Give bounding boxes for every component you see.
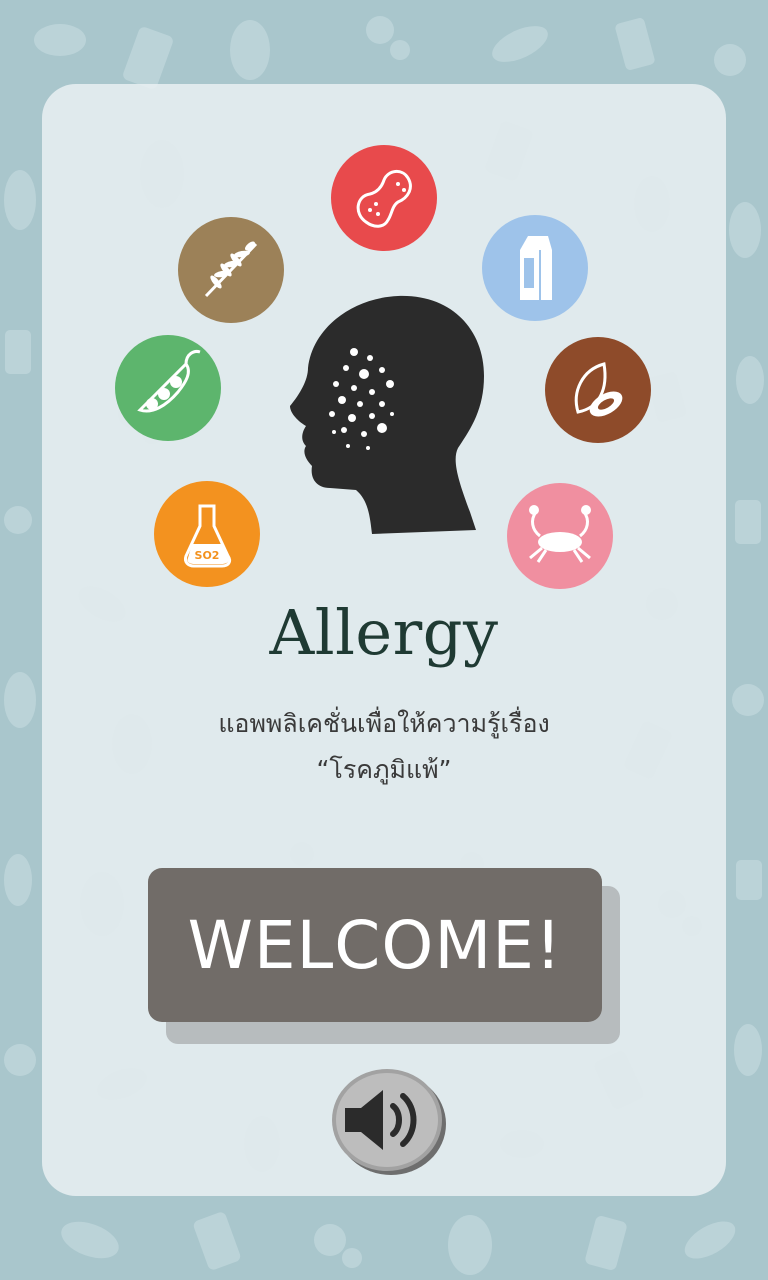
welcome-button[interactable]: WELCOME! <box>148 868 602 1022</box>
head-icon <box>290 295 484 534</box>
subtitle-line-1: แอพพลิเคชั่นเพื่อให้ความรู้เรื่อง <box>218 709 550 738</box>
so2-label: SO2 <box>195 549 220 562</box>
subtitle-line-2: “โรคภูมิแพ้” <box>316 755 452 784</box>
app-title: Allergy <box>269 596 499 669</box>
wheat-icon[interactable] <box>178 217 284 323</box>
peanut-icon[interactable] <box>331 145 437 251</box>
sound-button[interactable] <box>331 1066 447 1176</box>
soybean-icon[interactable] <box>115 335 221 441</box>
crab-icon[interactable] <box>507 483 613 589</box>
flask-so2-icon[interactable]: SO2 <box>154 481 260 587</box>
milk-carton-icon[interactable] <box>482 215 588 321</box>
allergy-illustration: SO2 <box>115 145 651 589</box>
seed-icon[interactable] <box>545 337 651 443</box>
